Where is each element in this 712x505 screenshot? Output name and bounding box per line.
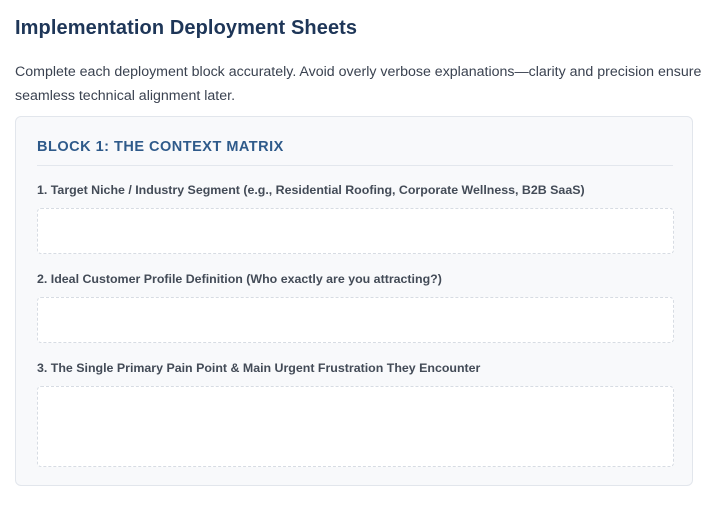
block-title: BLOCK 1: THE CONTEXT MATRIX: [37, 139, 284, 155]
intro-text: Complete each deployment block accuratel…: [15, 64, 702, 104]
ideal-customer-label: 2. Ideal Customer Profile Definition (Wh…: [37, 272, 442, 286]
pain-point-textarea[interactable]: [37, 386, 674, 467]
pain-point-label: 3. The Single Primary Pain Point & Main …: [37, 361, 481, 375]
block-divider: [37, 165, 673, 166]
context-matrix-block: BLOCK 1: THE CONTEXT MATRIX 1. Target Ni…: [15, 116, 693, 486]
page-title: Implementation Deployment Sheets: [15, 17, 358, 39]
target-niche-label: 1. Target Niche / Industry Segment (e.g.…: [37, 183, 585, 197]
target-niche-input[interactable]: [37, 208, 674, 254]
ideal-customer-input[interactable]: [37, 297, 674, 343]
